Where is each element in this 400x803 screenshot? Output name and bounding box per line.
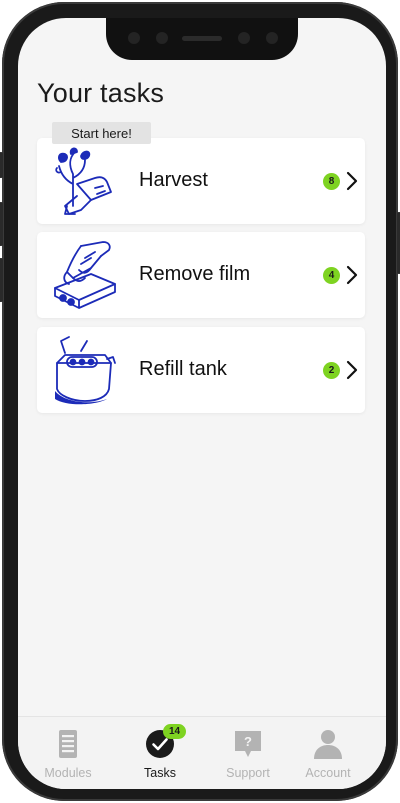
tab-label: Account bbox=[305, 766, 351, 780]
bottom-tab-bar: Modules Tasks ? Support Account bbox=[18, 716, 386, 789]
volume-down-button bbox=[0, 202, 3, 246]
task-card-harvest[interactable]: Harvest 8 bbox=[37, 138, 365, 224]
sensor-icon-2 bbox=[238, 32, 250, 44]
refill-tank-icon bbox=[55, 336, 116, 405]
tab-modules[interactable]: Modules bbox=[22, 717, 114, 789]
task-card-refill-tank[interactable]: Refill tank 2 bbox=[37, 327, 365, 413]
plant-harvest-icon bbox=[55, 147, 112, 215]
tab-label: Support bbox=[226, 766, 270, 780]
chevron-right-icon bbox=[346, 360, 358, 380]
account-person-icon bbox=[314, 730, 342, 759]
start-here-tooltip: Start here! bbox=[52, 122, 151, 144]
task-card-remove-film[interactable]: Remove film 4 bbox=[37, 232, 365, 318]
task-count-badge: 2 bbox=[323, 362, 340, 379]
chevron-right-icon bbox=[346, 265, 358, 285]
tab-tasks[interactable]: Tasks bbox=[114, 717, 206, 789]
tab-support[interactable]: ? Support bbox=[202, 717, 294, 789]
camera-notch bbox=[106, 18, 298, 60]
task-label: Refill tank bbox=[139, 358, 227, 380]
tab-label: Tasks bbox=[144, 766, 176, 780]
chevron-right-icon bbox=[346, 171, 358, 191]
task-count-badge: 4 bbox=[323, 267, 340, 284]
tasks-count-badge: 14 bbox=[163, 724, 186, 739]
modules-icon bbox=[59, 730, 77, 758]
hand-remove-film-icon bbox=[54, 241, 116, 309]
camera-icon bbox=[128, 32, 140, 44]
speaker-grill bbox=[182, 36, 222, 41]
task-label: Harvest bbox=[139, 169, 208, 191]
support-question-icon: ? bbox=[235, 731, 261, 757]
svg-text:?: ? bbox=[244, 734, 252, 749]
sensor-icon bbox=[156, 32, 168, 44]
tab-label: Modules bbox=[44, 766, 92, 780]
page-title: Your tasks bbox=[37, 78, 165, 108]
volume-down-button-2 bbox=[0, 258, 3, 302]
task-count-badge: 8 bbox=[323, 173, 340, 190]
app-screen: Your tasks Start here! Harvest 8 Remove … bbox=[18, 18, 386, 789]
sensor-icon-3 bbox=[266, 32, 278, 44]
tab-account[interactable]: Account bbox=[282, 717, 374, 789]
phone-frame: Your tasks Start here! Harvest 8 Remove … bbox=[0, 2, 400, 801]
volume-up-button bbox=[0, 152, 3, 178]
task-label: Remove film bbox=[139, 263, 251, 285]
